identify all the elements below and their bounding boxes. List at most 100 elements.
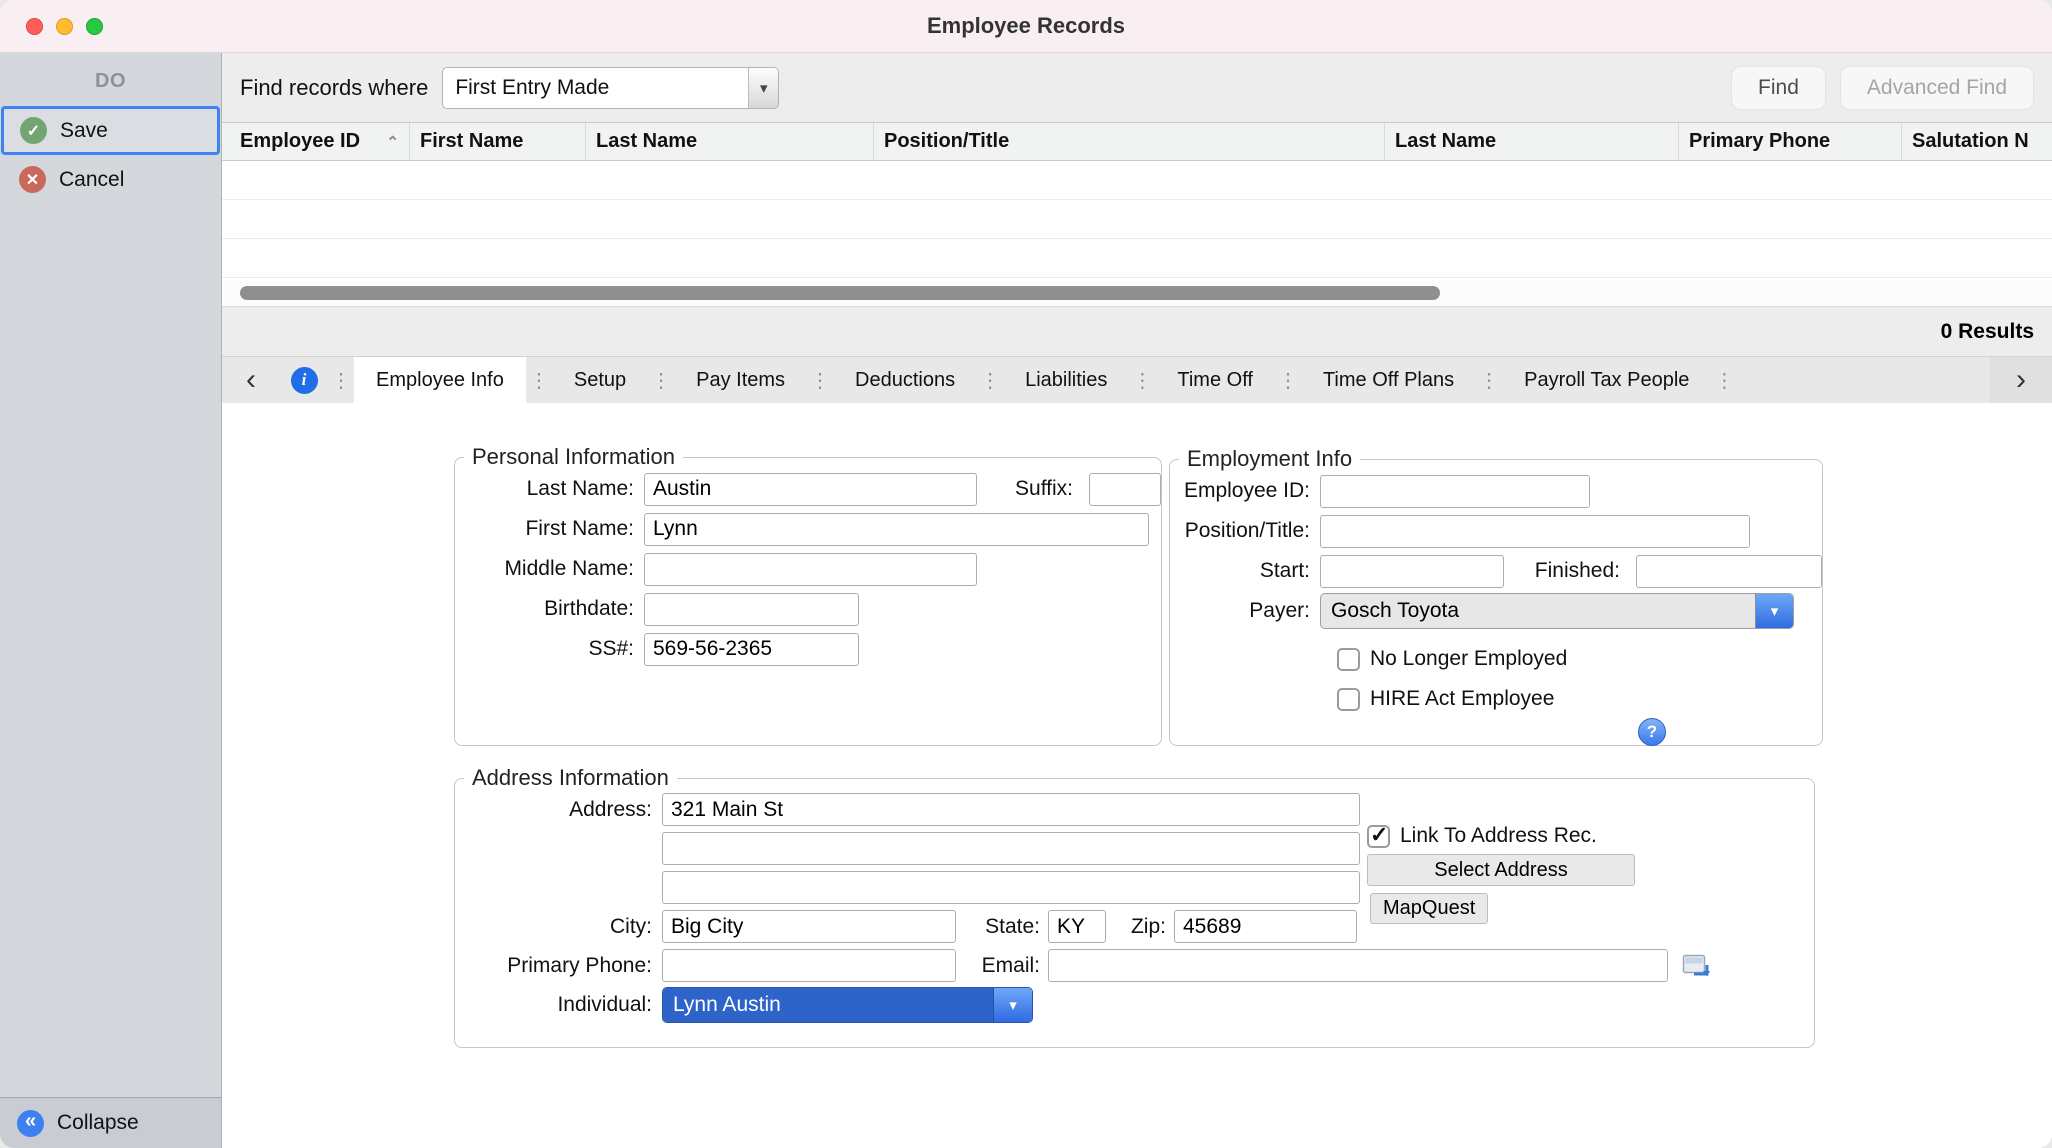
find-field-dropdown[interactable]: First Entry Made — [442, 67, 779, 109]
tab-separator-icon — [526, 357, 552, 403]
email-input[interactable] — [1048, 949, 1668, 982]
start-date-input[interactable] — [1320, 555, 1504, 588]
tab-separator-icon — [1476, 357, 1502, 403]
check-icon — [20, 117, 47, 144]
birthdate-label: Birthdate: — [462, 597, 644, 621]
cancel-icon — [19, 166, 46, 193]
column-header-primary-phone[interactable]: Primary Phone — [1679, 123, 1902, 160]
find-button[interactable]: Find — [1731, 66, 1826, 110]
position-title-input[interactable] — [1320, 515, 1750, 548]
find-records-where-label: Find records where — [240, 75, 428, 101]
hire-act-row: HIRE Act Employee — [1337, 679, 1822, 719]
email-action-icon[interactable] — [1682, 954, 1710, 978]
cancel-label: Cancel — [59, 168, 124, 192]
payer-dropdown[interactable]: Gosch Toyota — [1320, 593, 1794, 629]
save-button[interactable]: Save — [1, 106, 220, 155]
tabs-scroll-left-button[interactable] — [222, 357, 280, 403]
advanced-find-button[interactable]: Advanced Find — [1840, 66, 2034, 110]
hire-act-checkbox[interactable] — [1337, 688, 1360, 711]
address-information-legend: Address Information — [464, 766, 677, 790]
tab-liabilities[interactable]: Liabilities — [1003, 357, 1129, 403]
collapse-button[interactable]: Collapse — [0, 1097, 221, 1148]
individual-dropdown-value: Lynn Austin — [663, 988, 993, 1022]
column-header-employee-id[interactable]: Employee ID — [222, 123, 410, 160]
close-button[interactable] — [26, 18, 43, 35]
individual-dropdown[interactable]: Lynn Austin — [662, 987, 1033, 1023]
address-line2-input[interactable] — [662, 832, 1360, 865]
city-input[interactable] — [662, 910, 956, 943]
scrollbar-thumb[interactable] — [240, 286, 1440, 300]
employee-id-input[interactable] — [1320, 475, 1590, 508]
record-form: Personal Information Last Name: Suffix: … — [222, 403, 2052, 1148]
tab-time-off-plans[interactable]: Time Off Plans — [1301, 357, 1476, 403]
state-label: State: — [956, 915, 1048, 939]
horizontal-scrollbar[interactable] — [222, 280, 2052, 306]
mapquest-button[interactable]: MapQuest — [1370, 893, 1488, 924]
no-longer-employed-checkbox[interactable] — [1337, 648, 1360, 671]
employment-info-section: Employment Info Employee ID: Position/Ti… — [1169, 447, 1823, 746]
sidebar: DO Save Cancel Collapse — [0, 53, 222, 1148]
address-line1-input[interactable] — [662, 793, 1360, 826]
suffix-input[interactable] — [1089, 473, 1161, 506]
sort-ascending-icon — [386, 133, 399, 151]
zip-label: Zip: — [1114, 915, 1174, 939]
address-line3-input[interactable] — [662, 871, 1360, 904]
column-label: Position/Title — [884, 130, 1009, 153]
tab-separator-icon — [648, 357, 674, 403]
middle-name-input[interactable] — [644, 553, 977, 586]
collapse-icon — [17, 1110, 44, 1137]
table-row — [222, 239, 2052, 278]
finished-label: Finished: — [1522, 559, 1628, 583]
link-to-address-label: Link To Address Rec. — [1400, 824, 1597, 848]
tab-time-off[interactable]: Time Off — [1155, 357, 1275, 403]
cancel-button[interactable]: Cancel — [0, 155, 221, 204]
tab-label: Time Off — [1177, 369, 1253, 392]
minimize-button[interactable] — [56, 18, 73, 35]
tab-label: Deductions — [855, 369, 955, 392]
zip-input[interactable] — [1174, 910, 1357, 943]
record-info-button[interactable] — [280, 357, 328, 403]
tab-pay-items[interactable]: Pay Items — [674, 357, 807, 403]
tab-deductions[interactable]: Deductions — [833, 357, 977, 403]
tab-label: Liabilities — [1025, 369, 1107, 392]
column-label: Primary Phone — [1689, 130, 1830, 153]
birthdate-input[interactable] — [644, 593, 859, 626]
main-panel: Find records where First Entry Made Find… — [222, 53, 2052, 1148]
column-label: Last Name — [1395, 130, 1496, 153]
ssn-input[interactable] — [644, 633, 859, 666]
tab-separator-icon — [1711, 357, 1737, 403]
tab-setup[interactable]: Setup — [552, 357, 648, 403]
save-label: Save — [60, 119, 108, 143]
finished-date-input[interactable] — [1636, 555, 1822, 588]
position-title-label: Position/Title: — [1177, 519, 1320, 543]
window-title: Employee Records — [0, 13, 2052, 39]
help-icon[interactable] — [1638, 718, 1666, 746]
tab-payroll-tax-people[interactable]: Payroll Tax People — [1502, 357, 1711, 403]
tab-employee-info[interactable]: Employee Info — [354, 357, 526, 403]
primary-phone-input[interactable] — [662, 949, 956, 982]
tab-separator-icon — [1129, 357, 1155, 403]
table-row — [222, 161, 2052, 200]
first-name-input[interactable] — [644, 513, 1149, 546]
column-header-last-name-2[interactable]: Last Name — [1385, 123, 1679, 160]
results-table-body — [222, 161, 2052, 280]
tab-label: Setup — [574, 369, 626, 392]
chevron-down-icon — [748, 68, 778, 108]
find-bar: Find records where First Entry Made Find… — [222, 53, 2052, 122]
state-input[interactable] — [1048, 910, 1106, 943]
last-name-input[interactable] — [644, 473, 977, 506]
column-header-first-name[interactable]: First Name — [410, 123, 586, 160]
zoom-button[interactable] — [86, 18, 103, 35]
column-label: Last Name — [596, 130, 697, 153]
column-header-salutation[interactable]: Salutation N — [1902, 123, 2052, 160]
find-field-dropdown-value: First Entry Made — [443, 76, 748, 100]
suffix-label: Suffix: — [993, 477, 1081, 501]
column-header-last-name[interactable]: Last Name — [586, 123, 874, 160]
column-header-position-title[interactable]: Position/Title — [874, 123, 1385, 160]
personal-information-legend: Personal Information — [464, 445, 683, 469]
chevron-right-icon — [2016, 363, 2026, 397]
link-to-address-checkbox[interactable] — [1367, 825, 1390, 848]
no-longer-employed-label: No Longer Employed — [1370, 647, 1567, 671]
select-address-button[interactable]: Select Address — [1367, 854, 1635, 886]
tabs-scroll-right-button[interactable] — [1990, 357, 2052, 403]
